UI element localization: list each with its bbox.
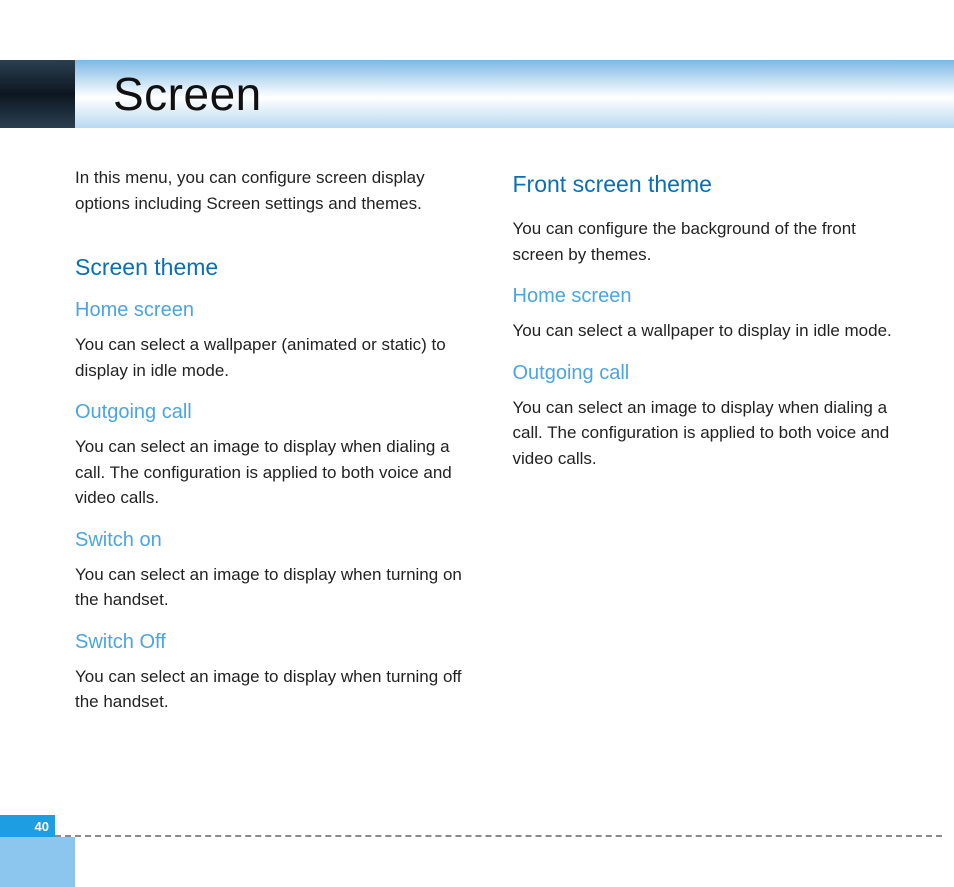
footer: 40 xyxy=(0,837,954,887)
left-column: In this menu, you can configure screen d… xyxy=(75,165,473,733)
header-accent-light: Screen xyxy=(75,60,954,128)
intro-text: You can configure the background of the … xyxy=(513,216,911,267)
sub-heading: Switch on xyxy=(75,529,473,552)
sub-heading: Outgoing call xyxy=(75,401,473,424)
footer-accent xyxy=(0,837,75,887)
body-text: You can select an image to display when … xyxy=(513,395,911,472)
sub-heading: Home screen xyxy=(513,285,911,308)
body-text: You can select an image to display when … xyxy=(75,434,473,511)
sub-heading: Switch Off xyxy=(75,631,473,654)
header-band: Screen xyxy=(0,60,954,128)
body-text: You can select an image to display when … xyxy=(75,562,473,613)
page-title: Screen xyxy=(113,67,262,121)
sub-heading: Home screen xyxy=(75,299,473,322)
body-text: You can select a wallpaper to display in… xyxy=(513,318,911,344)
intro-text: In this menu, you can configure screen d… xyxy=(75,165,473,216)
section-heading-screen-theme: Screen theme xyxy=(75,254,473,281)
body-text: You can select a wallpaper (animated or … xyxy=(75,332,473,383)
sub-heading: Outgoing call xyxy=(513,362,911,385)
header-accent-dark xyxy=(0,60,75,128)
footer-divider xyxy=(55,835,942,837)
content-columns: In this menu, you can configure screen d… xyxy=(75,165,910,733)
section-heading-front-screen-theme: Front screen theme xyxy=(513,171,911,198)
page-number: 40 xyxy=(0,815,55,837)
body-text: You can select an image to display when … xyxy=(75,664,473,715)
right-column: Front screen theme You can configure the… xyxy=(513,165,911,733)
